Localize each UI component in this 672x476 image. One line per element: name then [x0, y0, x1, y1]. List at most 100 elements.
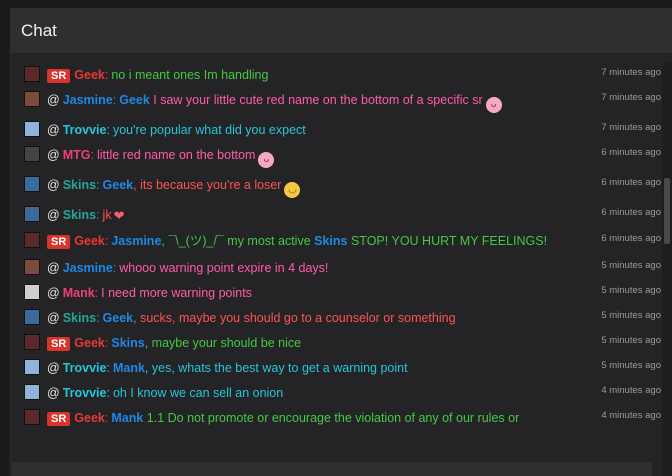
username[interactable]: Mank: [63, 286, 95, 300]
mention-at: @: [47, 208, 60, 222]
mank-avatar[interactable]: [24, 284, 40, 300]
timestamp: 7 minutes ago: [601, 67, 661, 78]
chat-header: Chat: [11, 8, 672, 54]
timestamp: 7 minutes ago: [601, 122, 661, 133]
scrollbar[interactable]: [662, 62, 672, 476]
username[interactable]: Geek: [74, 234, 105, 248]
geek-avatar[interactable]: [24, 409, 40, 425]
username[interactable]: Geek: [74, 411, 105, 425]
timestamp: 6 minutes ago: [601, 233, 661, 244]
timestamp: 5 minutes ago: [601, 260, 661, 271]
message-text: you're popular what did you expect: [112, 123, 306, 137]
separator: :: [90, 148, 94, 162]
timestamp: 5 minutes ago: [601, 360, 661, 371]
jasmine-avatar[interactable]: [24, 259, 40, 275]
message-list[interactable]: SR Geek: no i meant ones Im handling 7 minu…: [11, 62, 663, 476]
username[interactable]: Geek: [74, 68, 105, 82]
geek-avatar[interactable]: [24, 232, 40, 248]
timestamp: 4 minutes ago: [601, 385, 661, 396]
message-text: no i meant ones Im handling: [111, 68, 269, 82]
geek-avatar[interactable]: [24, 334, 40, 350]
mention-name[interactable]: Geek: [119, 93, 150, 107]
chat-message: @ Jasmine: whooo warning point expire in 4…: [11, 255, 663, 280]
message-text: , yes, whats the best way to get a warni…: [144, 361, 408, 375]
skins-avatar[interactable]: [24, 309, 40, 325]
username[interactable]: Jasmine: [63, 261, 113, 275]
grin-emoji-icon: ◡: [284, 182, 301, 198]
message-text: whooo warning point expire in 4 days!: [119, 261, 329, 275]
separator: :: [106, 361, 110, 375]
username[interactable]: Skins: [63, 178, 96, 192]
message-text: I need more warning points: [101, 286, 252, 300]
chat-input-bar[interactable]: [12, 462, 652, 476]
scroll-thumb[interactable]: [664, 178, 670, 244]
timestamp: 7 minutes ago: [601, 92, 661, 103]
skins-avatar[interactable]: [24, 176, 40, 192]
chat-message: @ Mank: I need more warning points 5 minute…: [11, 280, 663, 305]
timestamp: 5 minutes ago: [601, 285, 661, 296]
message-text: oh I know we can sell an onion: [112, 386, 284, 400]
trovvie-avatar[interactable]: [24, 384, 40, 400]
username[interactable]: Trovvie: [63, 123, 107, 137]
sr-badge: SR: [47, 69, 71, 83]
separator: :: [104, 234, 109, 248]
username[interactable]: Trovvie: [63, 361, 107, 375]
message-text: , its because you're a loser: [133, 178, 282, 192]
chat-panel: Chat SR Geek: no i meant ones Im handling 7…: [10, 8, 672, 476]
chat-message: SR Geek: Mank 1.1 Do not promote or encour…: [11, 405, 663, 430]
username[interactable]: Skins: [63, 208, 96, 222]
timestamp: 6 minutes ago: [601, 177, 661, 188]
message-text: I saw your little cute red name on the b…: [149, 93, 483, 107]
username[interactable]: Skins: [63, 311, 96, 325]
geek-avatar[interactable]: [24, 66, 40, 82]
username[interactable]: Geek: [74, 336, 105, 350]
mention-at: @: [47, 311, 60, 325]
separator: :: [112, 261, 117, 275]
mention-at: @: [47, 93, 60, 107]
chat-message: SR Geek: Skins, maybe your should be nice 5…: [11, 330, 663, 355]
timestamp: 5 minutes ago: [601, 310, 661, 321]
mention-at: @: [47, 386, 60, 400]
mention-name[interactable]: Skins: [111, 336, 144, 350]
jasmine-avatar[interactable]: [24, 91, 40, 107]
chat-title: Chat: [21, 20, 57, 40]
sr-badge: SR: [47, 412, 71, 426]
mention-at: @: [47, 286, 60, 300]
mention-name[interactable]: Geek: [103, 178, 134, 192]
tongue-emoji-icon: ᴗ: [258, 152, 275, 168]
message-text: , sucks, maybe you should go to a counse…: [133, 311, 456, 325]
timestamp: 6 minutes ago: [601, 147, 661, 158]
separator: :: [104, 411, 109, 425]
chat-message: @ Skins: Geek, its because you're a loser ◡…: [11, 172, 663, 202]
mention-at: @: [47, 261, 60, 275]
username[interactable]: MTG: [63, 148, 91, 162]
mention-name[interactable]: Mank: [111, 411, 143, 425]
heart-icon: ❤: [113, 208, 125, 223]
chat-message: @ Trovvie: oh I know we can sell an onion 4…: [11, 380, 663, 405]
mtg-avatar[interactable]: [24, 146, 40, 162]
timestamp: 5 minutes ago: [601, 335, 661, 346]
trovvie-avatar[interactable]: [24, 359, 40, 375]
separator: :: [112, 93, 117, 107]
message-text: STOP! YOU HURT MY FEELINGS!: [347, 234, 548, 248]
mention-name[interactable]: Skins: [314, 234, 347, 248]
mention-at: @: [47, 148, 60, 162]
mention-name[interactable]: Geek: [103, 311, 134, 325]
mention-name[interactable]: Jasmine: [111, 234, 161, 248]
mention-name[interactable]: Mank: [113, 361, 145, 375]
separator: :: [104, 68, 109, 82]
message-text: , ¯\_(ツ)_/¯ my most active: [161, 234, 315, 248]
chat-message: SR Geek: no i meant ones Im handling 7 minu…: [11, 62, 663, 87]
message-text: little red name on the bottom: [96, 148, 256, 162]
separator: :: [96, 178, 100, 192]
separator: :: [104, 336, 109, 350]
mention-at: @: [47, 123, 60, 137]
sr-badge: SR: [47, 235, 71, 249]
separator: :: [106, 123, 110, 137]
username[interactable]: Jasmine: [63, 93, 113, 107]
skins-avatar[interactable]: [24, 206, 40, 222]
username[interactable]: Trovvie: [63, 386, 107, 400]
separator: :: [96, 208, 100, 222]
trovvie-avatar[interactable]: [24, 121, 40, 137]
message-text: , maybe your should be nice: [144, 336, 302, 350]
